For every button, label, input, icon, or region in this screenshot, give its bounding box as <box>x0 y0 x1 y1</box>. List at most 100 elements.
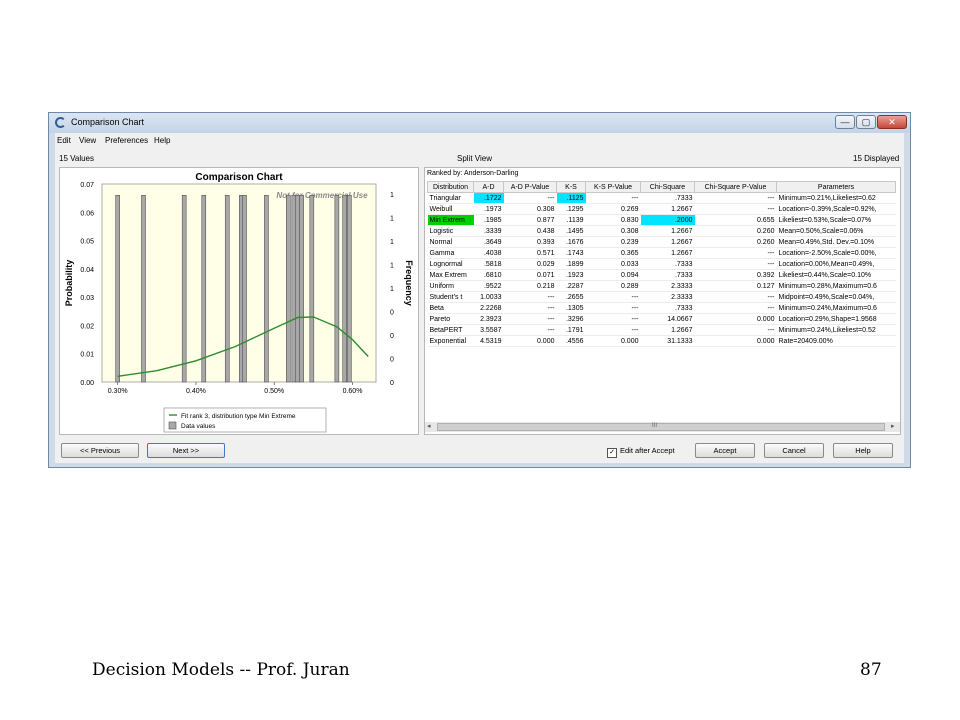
table-cell: 0.393 <box>503 236 557 248</box>
y-tick-label: 0.03 <box>80 295 94 302</box>
table-cell: 0.071 <box>503 269 557 281</box>
x-tick-label: 0.40% <box>186 388 206 395</box>
table-row[interactable]: Min Extrem .1985 0.877.1139 0.830.2000 0.655… <box>427 214 896 226</box>
column-header-a-d[interactable]: A-D <box>473 181 504 193</box>
column-header-chi-square[interactable]: Chi-Square <box>640 181 695 193</box>
table-row[interactable]: Weibull .1973 0.308.1295 0.269 1.2667 --- Loca… <box>427 203 896 215</box>
y-tick-label: 0.04 <box>80 267 94 274</box>
table-cell: 14.0667 <box>640 313 695 325</box>
comparison-chart-window: Comparison Chart — ▢ ✕ Edit View Prefere… <box>48 112 911 468</box>
column-header-chi-square-p-value[interactable]: Chi-Square P-Value <box>694 181 777 193</box>
table-cell: .9522 <box>473 280 504 292</box>
histogram-bar <box>309 195 315 383</box>
y-tick-label: 0.00 <box>80 380 94 387</box>
table-row[interactable]: Logistic .3339 0.438.1495 0.308 1.2667 0.260 M… <box>427 225 896 237</box>
table-cell: .7333 <box>640 269 695 281</box>
menu-view[interactable]: View <box>79 136 96 145</box>
column-header-parameters[interactable]: Parameters <box>776 181 896 193</box>
edit-after-accept-label: Edit after Accept <box>620 446 675 455</box>
table-cell: .1305 <box>556 302 586 314</box>
table-cell: --- <box>585 313 641 325</box>
table-cell: Mean=0.49%,Std. Dev.=0.10% <box>776 236 896 248</box>
table-cell: 3.5587 <box>473 324 504 336</box>
cancel-button[interactable]: Cancel <box>764 443 824 458</box>
table-row[interactable]: Lognormal .5818 0.029.1899 0.033.7333 --- Loc… <box>427 258 896 270</box>
maximize-button[interactable]: ▢ <box>856 115 876 129</box>
table-row[interactable]: Exponential 4.5319 0.000.4556 0.000 31.1333 0… <box>427 335 896 347</box>
table-cell: --- <box>694 258 777 270</box>
table-cell: Minimum=0.28%,Maximum=0.6 <box>776 280 896 292</box>
table-cell: --- <box>503 302 557 314</box>
table-cell: 0.308 <box>503 203 557 215</box>
y-tick-label: 0.01 <box>80 352 94 359</box>
histogram-bar <box>201 195 207 383</box>
table-row[interactable]: Student's t 1.0033 --- .2655 --- 2.3333 --- Mid… <box>427 291 896 303</box>
table-cell: .5818 <box>473 258 504 270</box>
table-cell: Min Extrem <box>427 214 474 226</box>
edit-after-accept-option[interactable]: ✓ Edit after Accept <box>607 446 675 458</box>
table-cell: 1.2667 <box>640 324 695 336</box>
table-cell: 0.260 <box>694 236 777 248</box>
histogram-bar <box>295 195 301 383</box>
y2-tick-label: 1 <box>390 286 394 293</box>
table-cell: --- <box>694 324 777 336</box>
table-cell: --- <box>585 324 641 336</box>
column-header-a-d-p-value[interactable]: A-D P-Value <box>503 181 557 193</box>
table-cell: 2.3333 <box>640 280 695 292</box>
table-cell: .1923 <box>556 269 586 281</box>
menu-help[interactable]: Help <box>154 136 170 145</box>
accept-button[interactable]: Accept <box>695 443 755 458</box>
help-button[interactable]: Help <box>833 443 893 458</box>
table-cell: --- <box>694 203 777 215</box>
table-row[interactable]: Uniform .9522 0.218.2287 0.289 2.3333 0.127 Mi… <box>427 280 896 292</box>
minimize-button[interactable]: — <box>835 115 855 129</box>
window-title: Comparison Chart <box>71 117 145 127</box>
column-header-k-s-p-value[interactable]: K-S P-Value <box>585 181 641 193</box>
table-cell: 0.000 <box>585 335 641 347</box>
table-row[interactable]: BetaPERT 3.5587 --- .1791 --- 1.2667 --- Minimu… <box>427 324 896 336</box>
table-cell: Student's t <box>427 291 474 303</box>
table-cell: 0.029 <box>503 258 557 270</box>
table-row[interactable]: Beta 2.2268 --- .1305 --- .7333 --- Minimum=0.2… <box>427 302 896 314</box>
title-bar[interactable]: Comparison Chart — ▢ ✕ <box>49 113 910 133</box>
y2-tick-label: 0 <box>390 357 394 364</box>
scroll-right-arrow[interactable]: ▸ <box>891 422 895 432</box>
y-axis-label: Probability <box>64 260 74 307</box>
previous-button[interactable]: << Previous <box>61 443 139 458</box>
table-cell: Mean=0.50%,Scale=0.06% <box>776 225 896 237</box>
table-row[interactable]: Triangular .1722 --- .1125 --- .7333 --- Minimu… <box>427 192 896 204</box>
table-row[interactable]: Normal .3649 0.393.1676 0.239 1.2667 0.260 Mea… <box>427 236 896 248</box>
footer-page-number: 87 <box>860 660 882 680</box>
scroll-left-arrow[interactable]: ◂ <box>427 422 431 432</box>
table-row[interactable]: Max Extrem .6810 0.071.1923 0.094.7333 0.392… <box>427 269 896 281</box>
table-row[interactable]: Pareto 2.3923 --- .3296 --- 14.0667 0.000 Locat… <box>427 313 896 325</box>
menu-edit[interactable]: Edit <box>57 136 71 145</box>
table-cell: Midpoint=0.49%,Scale=0.04%, <box>776 291 896 303</box>
column-header-k-s[interactable]: K-S <box>556 181 586 193</box>
table-cell: 0.289 <box>585 280 641 292</box>
table-cell: .2000 <box>640 214 695 226</box>
column-header-distribution[interactable]: Distribution <box>427 181 474 193</box>
scrollbar-thumb[interactable]: III <box>437 423 885 431</box>
table-cell: --- <box>503 313 557 325</box>
table-row[interactable]: Gamma .4038 0.571.1743 0.365 1.2667 --- Locati… <box>427 247 896 259</box>
close-window-button[interactable]: ✕ <box>877 115 907 129</box>
table-cell: Triangular <box>427 192 474 204</box>
edit-after-accept-checkbox[interactable]: ✓ <box>607 448 617 458</box>
table-cell: --- <box>694 247 777 259</box>
table-cell: .4038 <box>473 247 504 259</box>
histogram-bar <box>286 195 291 383</box>
table-cell: .1139 <box>556 214 586 226</box>
y2-tick-label: 0 <box>390 310 394 317</box>
table-cell: --- <box>694 302 777 314</box>
table-cell: .1791 <box>556 324 586 336</box>
table-cell: .1743 <box>556 247 586 259</box>
y2-tick-label: 1 <box>390 263 394 270</box>
table-cell: Beta <box>427 302 474 314</box>
menu-preferences[interactable]: Preferences <box>105 136 148 145</box>
y-tick-label: 0.02 <box>80 323 94 330</box>
horizontal-scrollbar[interactable]: ◂ III ▸ <box>425 422 900 432</box>
next-button[interactable]: Next >> <box>147 443 225 458</box>
x-tick-label: 0.50% <box>264 388 284 395</box>
y2-tick-label: 1 <box>390 192 394 199</box>
